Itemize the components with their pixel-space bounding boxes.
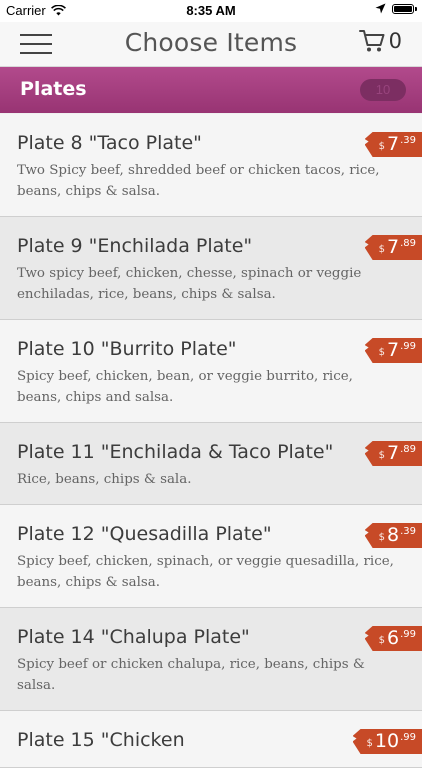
shopping-cart-icon	[358, 30, 385, 52]
menu-item-name: Plate 9 "Enchilada Plate"	[17, 235, 253, 257]
menu-item[interactable]: Plate 8 "Taco Plate" Two Spicy beef, shre…	[0, 114, 422, 217]
price-cents: .99	[400, 341, 416, 352]
price-currency: $	[378, 244, 385, 255]
price-currency: $	[378, 635, 385, 646]
price-cents: .99	[400, 732, 416, 743]
menu-item[interactable]: Plate 14 "Chalupa Plate" Spicy beef or ch…	[0, 608, 422, 711]
price-tag: $6.99	[364, 626, 422, 651]
price-whole: 6	[387, 627, 400, 649]
menu-item-name: Plate 11 "Enchilada & Taco Plate"	[17, 441, 334, 463]
price-tag: $7.99	[364, 338, 422, 363]
navigation-bar: Choose Items 0	[0, 22, 422, 67]
menu-item-name: Plate 14 "Chalupa Plate"	[17, 626, 250, 648]
price-currency: $	[378, 532, 385, 543]
menu-item-description: Spicy beef or chicken chalupa, rice, bea…	[17, 657, 365, 693]
price-cents: .39	[400, 526, 416, 537]
menu-item[interactable]: Plate 9 "Enchilada Plate" Two spicy beef,…	[0, 217, 422, 320]
category-title: Plates	[20, 78, 87, 100]
location-arrow-icon	[375, 3, 386, 14]
status-bar: Carrier 8:35 AM	[0, 0, 422, 22]
menu-item-description: Two Spicy beef, shredded beef or chicken…	[17, 163, 380, 199]
price-whole: 10	[374, 730, 400, 752]
category-header: Plates 10	[0, 67, 422, 113]
menu-item[interactable]: Plate 15 "Chicken $10.99	[0, 711, 422, 768]
price-whole: 7	[387, 133, 400, 155]
price-tag: $8.39	[364, 523, 422, 548]
menu-item-name: Plate 8 "Taco Plate"	[17, 132, 202, 154]
menu-item[interactable]: Plate 10 "Burrito Plate" Spicy beef, chic…	[0, 320, 422, 423]
price-whole: 7	[387, 236, 400, 258]
price-whole: 7	[387, 339, 400, 361]
menu-item-list: Plate 8 "Taco Plate" Two Spicy beef, shre…	[0, 114, 422, 768]
price-cents: .89	[400, 238, 416, 249]
menu-item-name: Plate 12 "Quesadilla Plate"	[17, 523, 272, 545]
price-currency: $	[366, 738, 373, 749]
menu-item-name: Plate 10 "Burrito Plate"	[17, 338, 237, 360]
menu-item-description: Two spicy beef, chicken, chesse, spinach…	[17, 266, 362, 302]
menu-item-name: Plate 15 "Chicken	[17, 729, 185, 751]
menu-item[interactable]: Plate 11 "Enchilada & Taco Plate" Rice, b…	[0, 423, 422, 505]
price-cents: .99	[400, 629, 416, 640]
price-cents: .39	[400, 135, 416, 146]
cart-button[interactable]: 0	[358, 29, 402, 53]
status-time: 8:35 AM	[186, 3, 236, 18]
menu-item[interactable]: Plate 12 "Quesadilla Plate" Spicy beef, c…	[0, 505, 422, 608]
price-cents: .89	[400, 444, 416, 455]
status-right	[375, 3, 417, 14]
price-tag: $10.99	[352, 729, 422, 754]
price-tag: $7.39	[364, 132, 422, 157]
price-whole: 7	[387, 442, 400, 464]
item-count-badge: 10	[360, 79, 406, 101]
price-currency: $	[378, 141, 385, 152]
price-tag: $7.89	[364, 441, 422, 466]
menu-item-description: Spicy beef, chicken, bean, or veggie bur…	[17, 369, 353, 405]
battery-icon	[392, 3, 417, 14]
price-currency: $	[378, 450, 385, 461]
price-tag: $7.89	[364, 235, 422, 260]
menu-item-description: Rice, beans, chips & sala.	[17, 472, 192, 487]
price-whole: 8	[387, 524, 400, 546]
price-currency: $	[378, 347, 385, 358]
cart-count: 0	[388, 29, 402, 53]
menu-item-description: Spicy beef, chicken, spinach, or veggie …	[17, 554, 394, 590]
